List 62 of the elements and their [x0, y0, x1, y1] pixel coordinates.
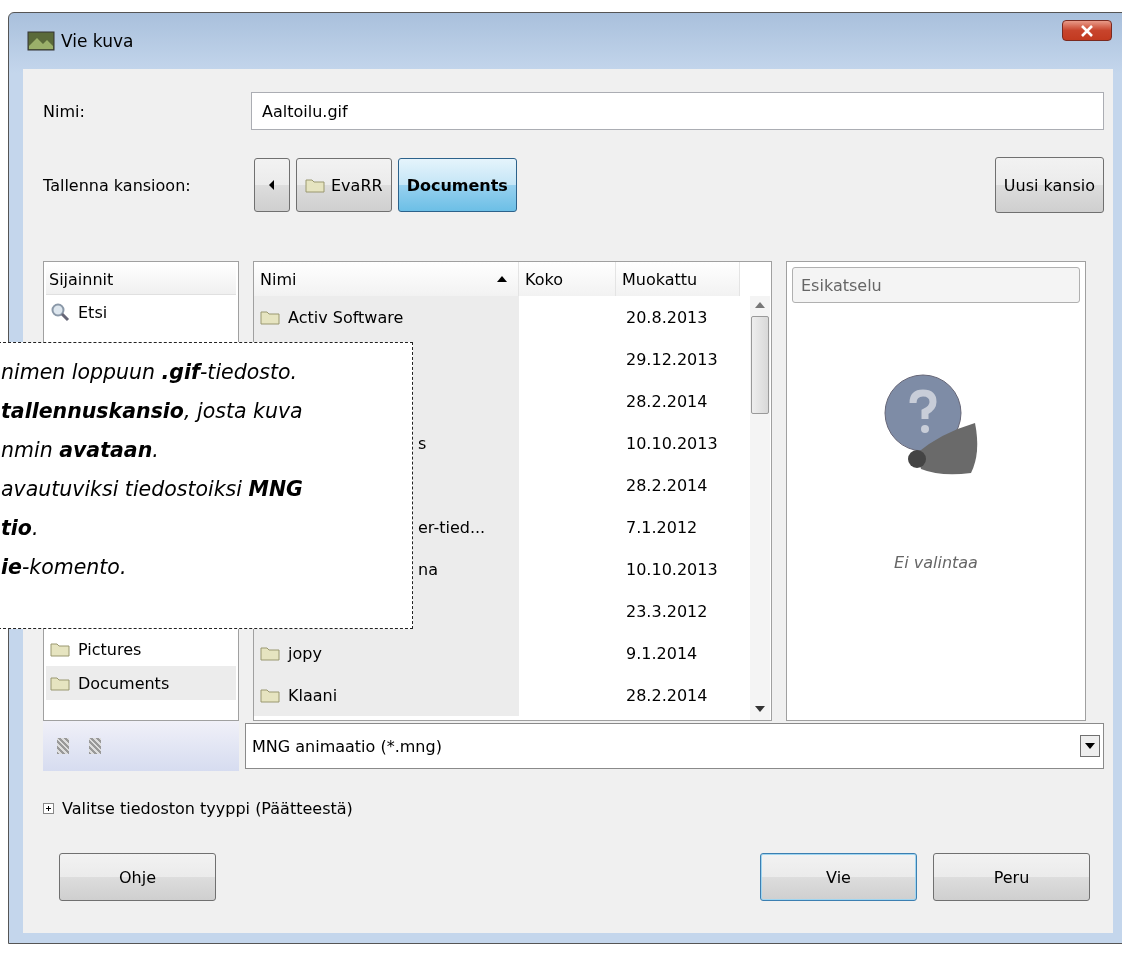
- window-title: Vie kuva: [61, 31, 134, 51]
- modified-date: 10.10.2013: [626, 559, 718, 579]
- new-folder-button[interactable]: Uusi kansio: [994, 157, 1104, 213]
- note-text: nimen loppuun .gif-tiedosto.: [1, 359, 298, 386]
- note-text: avautuviksi tiedostoiksi MNG: [1, 476, 303, 503]
- expander-icon[interactable]: [43, 802, 54, 814]
- modified-date: 10.10.2013: [626, 433, 718, 453]
- modified-date: 28.2.2014: [626, 475, 708, 495]
- scroll-thumb[interactable]: [751, 316, 769, 414]
- file-name[interactable]: Activ Software: [288, 307, 404, 327]
- dropdown-arrow-icon: [1085, 743, 1095, 749]
- scroll-down-icon[interactable]: [755, 706, 765, 712]
- save-folder-label: Tallenna kansioon:: [43, 175, 192, 195]
- left-arrow-icon: [268, 179, 276, 191]
- note-text: ie-komento.: [1, 554, 127, 581]
- preview-header: Esikatselu: [792, 267, 1080, 303]
- dialog-button[interactable]: Vie: [760, 853, 917, 901]
- file-type-dropdown[interactable]: MNG animaatio (*.mng): [245, 723, 1104, 769]
- folder-icon: [305, 177, 325, 193]
- file-name[interactable]: Klaani: [288, 685, 338, 705]
- modified-date: 7.1.2012: [626, 517, 698, 537]
- modified-date: 28.2.2014: [626, 685, 708, 705]
- modified-date: 23.3.2012: [626, 601, 708, 621]
- folder-icon: [260, 687, 280, 703]
- path-button[interactable]: EvaRR: [296, 158, 392, 212]
- dialog-button[interactable]: Ohje: [59, 853, 216, 901]
- column-header[interactable]: Muokattu: [616, 262, 740, 296]
- expander-label[interactable]: Valitse tiedoston tyyppi (Päätteestä): [62, 798, 353, 818]
- place-item[interactable]: Etsi: [46, 295, 236, 329]
- close-icon: [1080, 24, 1094, 37]
- folder-icon: [50, 675, 70, 691]
- name-field[interactable]: Aaltoilu.gif: [251, 92, 1104, 130]
- column-header[interactable]: Koko: [519, 262, 616, 296]
- modified-date: 28.2.2014: [626, 391, 708, 411]
- folder-icon: [260, 309, 280, 325]
- scrollbar[interactable]: [750, 296, 770, 720]
- note-text: tallennuskansio, josta kuva: [1, 398, 303, 425]
- preview-message: Ei valintaa: [894, 553, 978, 572]
- modified-date: 29.12.2013: [626, 349, 718, 369]
- file-name[interactable]: er-tied...: [418, 517, 486, 537]
- remove-place-icon[interactable]: [89, 738, 101, 754]
- close-button[interactable]: [1062, 20, 1112, 41]
- modified-date: 9.1.2014: [626, 643, 698, 663]
- place-item[interactable]: Pictures: [46, 632, 236, 666]
- back-button[interactable]: [254, 158, 290, 212]
- scroll-up-icon[interactable]: [755, 302, 765, 308]
- file-name[interactable]: jopy: [288, 643, 322, 663]
- modified-date: 20.8.2013: [626, 307, 708, 327]
- add-place-icon[interactable]: [57, 738, 69, 754]
- picture-icon: [27, 30, 55, 52]
- note-text: nmin avataan.: [1, 437, 159, 464]
- path-button[interactable]: Documents: [397, 158, 517, 212]
- folder-icon: [50, 641, 70, 657]
- note-text: tio.: [1, 515, 39, 542]
- file-name[interactable]: s: [418, 433, 427, 453]
- dialog-button[interactable]: Peru: [933, 853, 1090, 901]
- name-label: Nimi:: [43, 101, 86, 121]
- place-item[interactable]: Documents: [46, 666, 236, 700]
- search-icon: [50, 302, 70, 322]
- file-name[interactable]: na: [418, 559, 438, 579]
- column-header[interactable]: Nimi: [254, 262, 519, 296]
- folder-icon: [260, 645, 280, 661]
